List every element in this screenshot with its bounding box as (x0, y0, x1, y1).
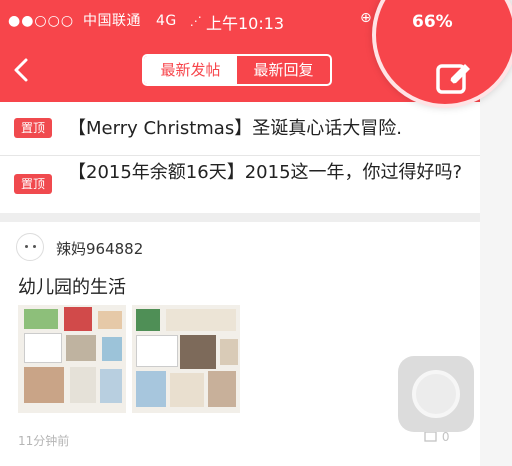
pinned-post-row[interactable]: 置顶 【2015年余额16天】2015这一年，你过得好吗? (0, 156, 480, 214)
status-time: 上午10:13 (206, 14, 285, 33)
post-image-thumbnail[interactable] (18, 305, 126, 413)
back-chevron-icon (14, 58, 28, 82)
tab-latest-replies[interactable]: 最新回复 (237, 56, 330, 84)
section-divider (0, 213, 480, 222)
assistive-touch-button[interactable] (398, 356, 474, 432)
battery-percent: 66% (412, 12, 453, 32)
post-image-thumbnail[interactable] (132, 305, 240, 413)
pinned-post-row[interactable]: 置顶 【Merry Christmas】圣诞真心话大冒险. (0, 102, 480, 156)
post-title[interactable]: 幼儿园的生活 (18, 273, 126, 299)
network-type: 4G (156, 13, 177, 29)
pinned-badge: 置顶 (14, 174, 52, 194)
signal-dots: ●●○○○ (8, 13, 75, 29)
orientation-lock-icon: ⊕ (360, 10, 372, 26)
carrier-name: 中国联通 (83, 13, 142, 29)
post-sort-segmented-control: 最新发帖 最新回复 (142, 54, 332, 86)
activity-icon: ⋰ (189, 14, 203, 28)
author-avatar[interactable] (16, 233, 44, 261)
carrier-info: ●●○○○ 中国联通 4G ⋰ (8, 10, 202, 30)
pinned-post-title: 【2015年余额16天】2015这一年，你过得好吗? (68, 162, 463, 183)
pinned-badge: 置顶 (14, 118, 52, 138)
comment-count-value: 0 (441, 430, 450, 444)
author-name[interactable]: 辣妈964882 (56, 238, 143, 259)
post-timestamp: 11分钟前 (18, 434, 70, 448)
tab-latest-posts[interactable]: 最新发帖 (144, 56, 237, 84)
back-button[interactable] (8, 52, 38, 88)
comment-count[interactable]: 0 (424, 430, 449, 444)
assistive-touch-icon (412, 370, 460, 418)
comment-icon (424, 431, 437, 442)
pinned-post-title: 【Merry Christmas】圣诞真心话大冒险. (68, 118, 402, 139)
compose-edit-icon (436, 64, 470, 94)
